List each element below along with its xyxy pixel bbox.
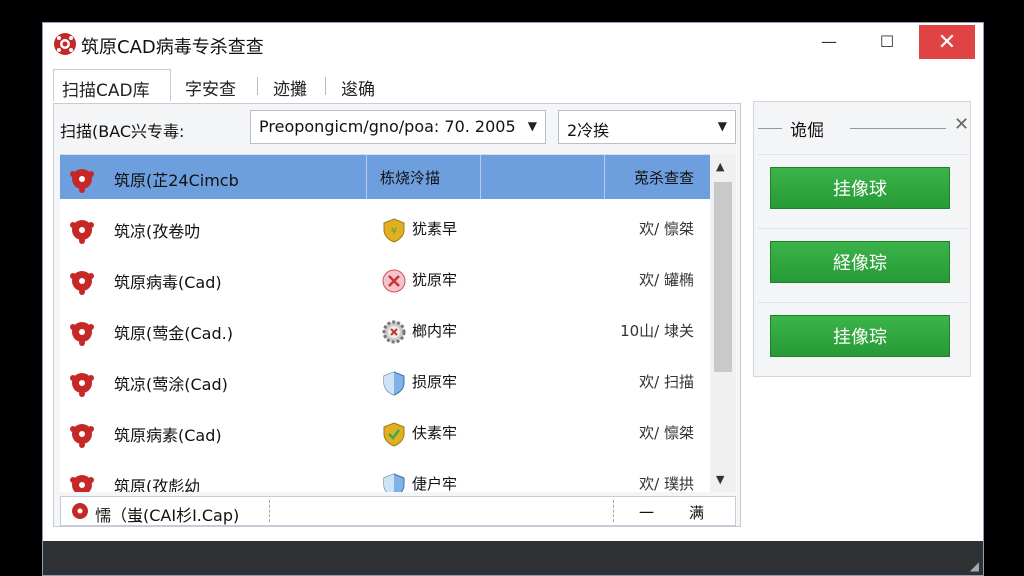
scan-status: 榔内牢 xyxy=(412,322,458,340)
scan-status: 伕素牢 xyxy=(412,424,458,442)
tab-confirm[interactable]: 逡确 xyxy=(333,69,383,101)
shield-red-x-icon xyxy=(382,269,406,293)
column-divider xyxy=(604,155,605,199)
file-name: 筑原病毒(Cad) xyxy=(114,273,222,292)
virus-icon xyxy=(72,503,88,519)
action-panel: 诡倔 ✕ 挂像球 経像琮 挂像琮 xyxy=(753,101,971,377)
path-dropdown-value: Preopongicm/gno/poa: 70. 2005 xyxy=(259,117,516,136)
scan-status: 犹原牢 xyxy=(412,271,458,289)
resize-grip-icon[interactable]: ◢ xyxy=(970,559,979,573)
dropdown-arrow-icon: ▼ xyxy=(717,119,727,133)
bottom-bar: ◢ xyxy=(43,541,983,575)
scroll-down-icon[interactable]: ▼ xyxy=(716,473,724,486)
title-bar[interactable]: 筑原CAD病毒专杀查查 — ☐ ✕ xyxy=(43,23,983,65)
table-row[interactable]: 筑原病毒(Cad) 犹原牢 欢/ 罐椭 xyxy=(60,257,710,301)
virus-icon xyxy=(70,271,94,295)
scroll-up-icon[interactable]: ▲ xyxy=(716,160,724,173)
virus-icon xyxy=(70,424,94,448)
shield-gold-check-icon xyxy=(383,422,405,447)
action-group: 挂像琮 xyxy=(758,302,968,374)
time-dropdown-value: 2冷挨 xyxy=(567,121,610,140)
filter-label: 扫描(BAC兴专毒: xyxy=(60,122,185,141)
file-name: 筑原(莺金(Cad.) xyxy=(114,324,233,343)
tab-safety[interactable]: 字安查 xyxy=(177,69,244,101)
window-title: 筑原CAD病毒专杀查查 xyxy=(81,37,264,58)
scan-result: 欢/ 璞拱 xyxy=(639,475,694,492)
status-bar: 懦（蚩(CAI杉I.Cap) 一 满 xyxy=(60,496,736,526)
scan-status: 犹素早 xyxy=(412,220,458,238)
gear-x-icon xyxy=(382,320,406,344)
tab-trace[interactable]: 迹攤 xyxy=(265,69,315,101)
close-button[interactable]: ✕ xyxy=(919,25,975,59)
table-row-selected[interactable]: 筑原(芷24Cimcb 栋烧泠描 莵杀查查 xyxy=(60,155,710,199)
shield-gold-icon: ¥ xyxy=(383,218,405,243)
scan-status: 倢户牢 xyxy=(412,475,458,492)
group-line xyxy=(850,128,946,129)
scan-button-1[interactable]: 挂像球 xyxy=(770,167,950,209)
column-divider xyxy=(480,155,481,199)
status-mid-text: 一 xyxy=(639,504,655,522)
virus-icon xyxy=(70,475,94,492)
status-divider xyxy=(613,500,614,522)
dropdown-arrow-icon: ▼ xyxy=(527,119,537,133)
status-text: 懦（蚩(CAI杉I.Cap) xyxy=(95,506,240,525)
scan-result: 欢/ 罐椭 xyxy=(639,271,694,289)
svg-text:¥: ¥ xyxy=(391,226,397,237)
scan-status: 栋烧泠描 xyxy=(380,169,441,187)
app-window: 筑原CAD病毒专杀查查 — ☐ ✕ 扫描CAD库 字安查 迹攤 逡确 扫描(BA… xyxy=(42,22,984,576)
file-name: 筑原(芷24Cimcb xyxy=(114,171,239,190)
maximize-button[interactable]: ☐ xyxy=(863,23,911,59)
file-list: 筑原(芷24Cimcb 栋烧泠描 莵杀查查 筑凉(孜卷叻 ¥ 犹素早 欢/ 懔桀… xyxy=(60,154,710,492)
tab-scan-cad[interactable]: 扫描CAD库 xyxy=(53,69,171,101)
scan-result: 莵杀查查 xyxy=(633,169,694,187)
virus-icon xyxy=(70,220,94,244)
close-icon[interactable]: ✕ xyxy=(954,114,969,135)
scan-result: 欢/ 懔桀 xyxy=(639,220,694,238)
scroll-thumb[interactable] xyxy=(714,182,732,372)
table-row[interactable]: 筑凉(莺涂(Cad) 损原牢 欢/ 扫描 xyxy=(60,359,710,403)
table-row[interactable]: 筑凉(孜卷叻 ¥ 犹素早 欢/ 懔桀 xyxy=(60,206,710,250)
action-group: 挂像球 xyxy=(758,154,968,226)
path-dropdown[interactable]: Preopongicm/gno/poa: 70. 2005 ▼ xyxy=(250,110,546,144)
file-name: 筑原病素(Cad) xyxy=(114,426,222,445)
virus-app-icon xyxy=(54,33,76,55)
minimize-button[interactable]: — xyxy=(805,23,853,59)
scan-result: 欢/ 懔桀 xyxy=(639,424,694,442)
action-panel-title: 诡倔 xyxy=(790,121,824,141)
table-row[interactable]: 筑原(孜彪幼 倢户牢 欢/ 璞拱 xyxy=(60,461,710,492)
list-scrollbar[interactable]: ▲ ▼ xyxy=(710,154,736,492)
scan-button-2[interactable]: 経像琮 xyxy=(770,241,950,283)
virus-icon xyxy=(70,373,94,397)
column-divider xyxy=(366,155,367,199)
tab-divider xyxy=(257,77,258,95)
shield-blue-icon xyxy=(383,473,405,492)
table-row[interactable]: 筑原(莺金(Cad.) 榔内牢 10山/ 埭关 xyxy=(60,308,710,352)
scan-status: 损原牢 xyxy=(412,373,458,391)
scan-result: 欢/ 扫描 xyxy=(639,373,694,391)
file-name: 筑原(孜彪幼 xyxy=(114,477,201,492)
virus-icon xyxy=(70,169,94,193)
status-right-text: 满 xyxy=(689,504,705,522)
tab-divider xyxy=(325,77,326,95)
table-row[interactable]: 筑原病素(Cad) 伕素牢 欢/ 懔桀 xyxy=(60,410,710,454)
file-name: 筑凉(孜卷叻 xyxy=(114,222,201,241)
shield-blue-icon xyxy=(383,371,405,396)
virus-icon xyxy=(70,322,94,346)
status-divider xyxy=(269,500,270,522)
group-line xyxy=(758,128,782,129)
scan-button-3[interactable]: 挂像琮 xyxy=(770,315,950,357)
time-dropdown[interactable]: 2冷挨 ▼ xyxy=(558,110,736,144)
action-group: 経像琮 xyxy=(758,228,968,300)
scan-result: 10山/ 埭关 xyxy=(620,322,694,340)
tab-strip: 扫描CAD库 字安查 迹攤 逡确 xyxy=(53,69,743,101)
file-name: 筑凉(莺涂(Cad) xyxy=(114,375,228,394)
scan-panel: 扫描(BAC兴专毒: Preopongicm/gno/poa: 70. 2005… xyxy=(53,103,741,527)
